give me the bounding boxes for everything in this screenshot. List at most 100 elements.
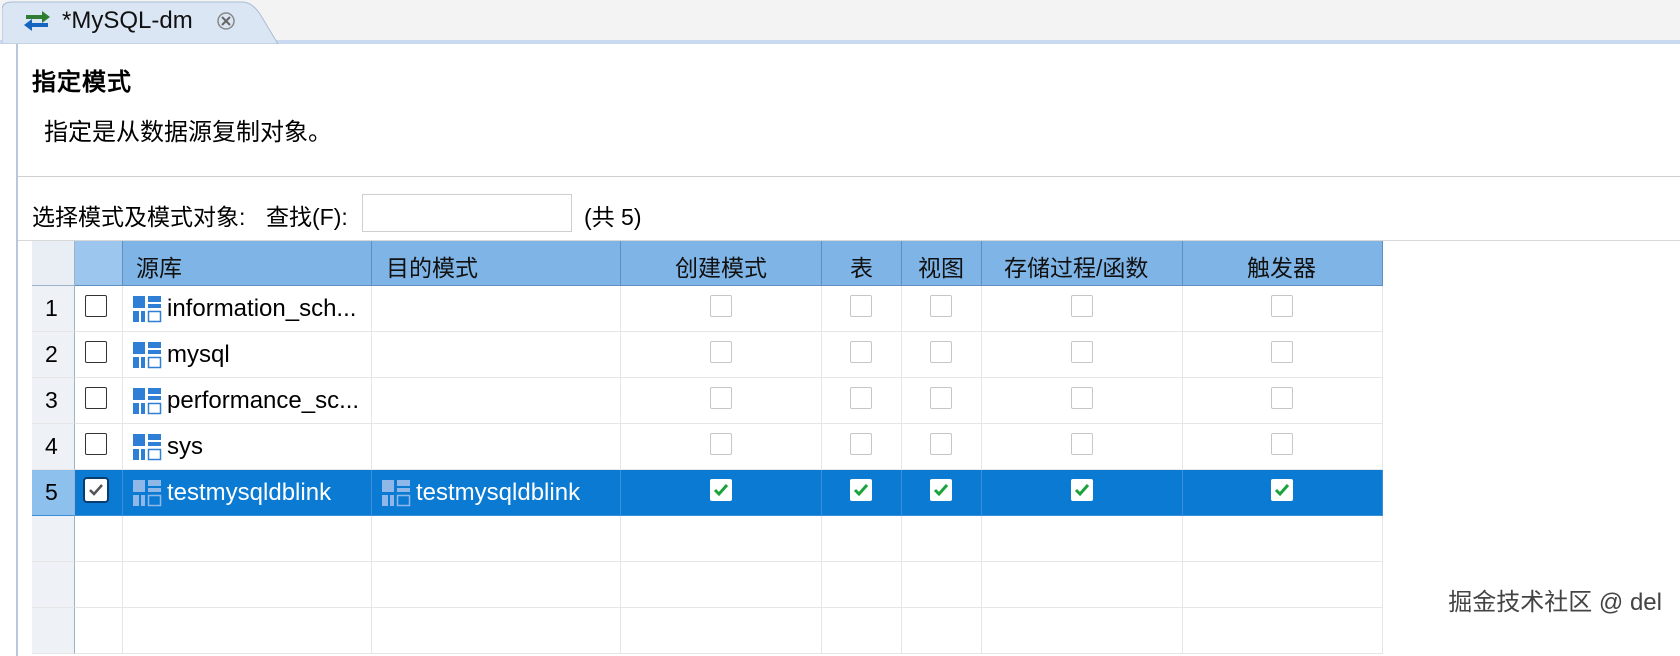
- cell-table: [822, 470, 902, 516]
- page-title: 指定模式: [32, 69, 132, 96]
- cell-source[interactable]: performance_sc...: [123, 378, 372, 424]
- close-icon[interactable]: [216, 11, 236, 31]
- create-schema-checkbox[interactable]: [710, 433, 732, 455]
- cell-checked: [75, 332, 123, 378]
- procedure-checkbox[interactable]: [1071, 387, 1093, 409]
- row-select-checkbox[interactable]: [85, 341, 107, 363]
- create-schema-checkbox[interactable]: [710, 295, 732, 317]
- trigger-checkbox[interactable]: [1271, 341, 1293, 363]
- cell-target[interactable]: testmysqldblink: [372, 470, 621, 516]
- empty-row: [32, 562, 1680, 608]
- column-header-create-schema[interactable]: 创建模式: [621, 241, 822, 286]
- cell-table: [822, 378, 902, 424]
- cell-table: [822, 516, 902, 562]
- row-select-checkbox[interactable]: [85, 295, 107, 317]
- cell-target[interactable]: [372, 286, 621, 332]
- cell-trigger: [1183, 378, 1383, 424]
- source-schema-name: mysql: [167, 341, 230, 368]
- find-input[interactable]: [362, 194, 572, 232]
- sync-arrows-icon: [24, 11, 50, 31]
- cell-view: [902, 378, 982, 424]
- create-schema-checkbox[interactable]: [710, 341, 732, 363]
- cell-num: 2: [32, 332, 75, 378]
- table-row[interactable]: 4 sys: [32, 424, 1680, 470]
- cell-source[interactable]: mysql: [123, 332, 372, 378]
- cell-proc: [982, 332, 1183, 378]
- row-select-checkbox[interactable]: [85, 387, 107, 409]
- cell-trigger: [1183, 516, 1383, 562]
- table-checkbox[interactable]: [850, 433, 872, 455]
- cell-create: [621, 516, 822, 562]
- cell-num: 1: [32, 286, 75, 332]
- cell-table: [822, 608, 902, 654]
- editor-left-border: [16, 44, 18, 656]
- cell-table: [822, 286, 902, 332]
- cell-proc: [982, 516, 1183, 562]
- tab-mysql-dm[interactable]: *MySQL-dm: [2, 0, 294, 44]
- procedure-checkbox[interactable]: [1071, 433, 1093, 455]
- column-header-trigger[interactable]: 触发器: [1183, 241, 1383, 286]
- create-schema-checkbox[interactable]: [710, 479, 732, 501]
- cell-checked: [75, 378, 123, 424]
- cell-source: [123, 562, 372, 608]
- table-row[interactable]: 2 mysql: [32, 332, 1680, 378]
- table-row[interactable]: 5 testmysqldblink testmysqldblink: [32, 470, 1680, 516]
- cell-create: [621, 378, 822, 424]
- filter-label: 选择模式及模式对象:: [32, 204, 246, 230]
- row-number: 1: [45, 295, 58, 321]
- column-header-procedure[interactable]: 存储过程/函数: [982, 241, 1183, 286]
- trigger-checkbox[interactable]: [1271, 479, 1293, 501]
- create-schema-checkbox[interactable]: [710, 387, 732, 409]
- table-row[interactable]: 1 information_sch...: [32, 286, 1680, 332]
- find-label: 查找(F):: [266, 204, 348, 230]
- procedure-checkbox[interactable]: [1071, 479, 1093, 501]
- source-schema-name: information_sch...: [167, 295, 357, 322]
- cell-source[interactable]: testmysqldblink: [123, 470, 372, 516]
- table-checkbox[interactable]: [850, 479, 872, 501]
- header-select-cell[interactable]: [75, 241, 123, 286]
- view-checkbox[interactable]: [930, 433, 952, 455]
- cell-num: 5: [32, 470, 75, 516]
- cell-target[interactable]: [372, 378, 621, 424]
- cell-proc: [982, 286, 1183, 332]
- table-checkbox[interactable]: [850, 341, 872, 363]
- trigger-checkbox[interactable]: [1271, 433, 1293, 455]
- view-checkbox[interactable]: [930, 341, 952, 363]
- trigger-checkbox[interactable]: [1271, 387, 1293, 409]
- column-header-source[interactable]: 源库: [123, 241, 372, 286]
- schema-grid-icon: [381, 479, 411, 507]
- cell-num: [32, 608, 75, 654]
- table-checkbox[interactable]: [850, 295, 872, 317]
- view-checkbox[interactable]: [930, 479, 952, 501]
- column-header-target[interactable]: 目的模式: [372, 241, 621, 286]
- cell-proc: [982, 562, 1183, 608]
- row-select-checkbox[interactable]: [85, 479, 107, 501]
- trigger-checkbox[interactable]: [1271, 295, 1293, 317]
- cell-trigger: [1183, 562, 1383, 608]
- empty-row: [32, 516, 1680, 562]
- cell-num: 4: [32, 424, 75, 470]
- cell-source[interactable]: sys: [123, 424, 372, 470]
- cell-view: [902, 286, 982, 332]
- cell-proc: [982, 424, 1183, 470]
- column-header-view[interactable]: 视图: [902, 241, 982, 286]
- cell-checked: [75, 562, 123, 608]
- cell-target[interactable]: [372, 332, 621, 378]
- cell-target[interactable]: [372, 424, 621, 470]
- cell-source: [123, 608, 372, 654]
- view-checkbox[interactable]: [930, 387, 952, 409]
- procedure-checkbox[interactable]: [1071, 341, 1093, 363]
- cell-proc: [982, 470, 1183, 516]
- object-count: (共 5): [584, 204, 642, 230]
- cell-trigger: [1183, 608, 1383, 654]
- row-select-checkbox[interactable]: [85, 433, 107, 455]
- table-row[interactable]: 3 performance_sc...: [32, 378, 1680, 424]
- row-number: 2: [45, 341, 58, 367]
- schema-grid-icon: [132, 479, 162, 507]
- cell-source[interactable]: information_sch...: [123, 286, 372, 332]
- column-header-table[interactable]: 表: [822, 241, 902, 286]
- cell-trigger: [1183, 424, 1383, 470]
- procedure-checkbox[interactable]: [1071, 295, 1093, 317]
- view-checkbox[interactable]: [930, 295, 952, 317]
- table-checkbox[interactable]: [850, 387, 872, 409]
